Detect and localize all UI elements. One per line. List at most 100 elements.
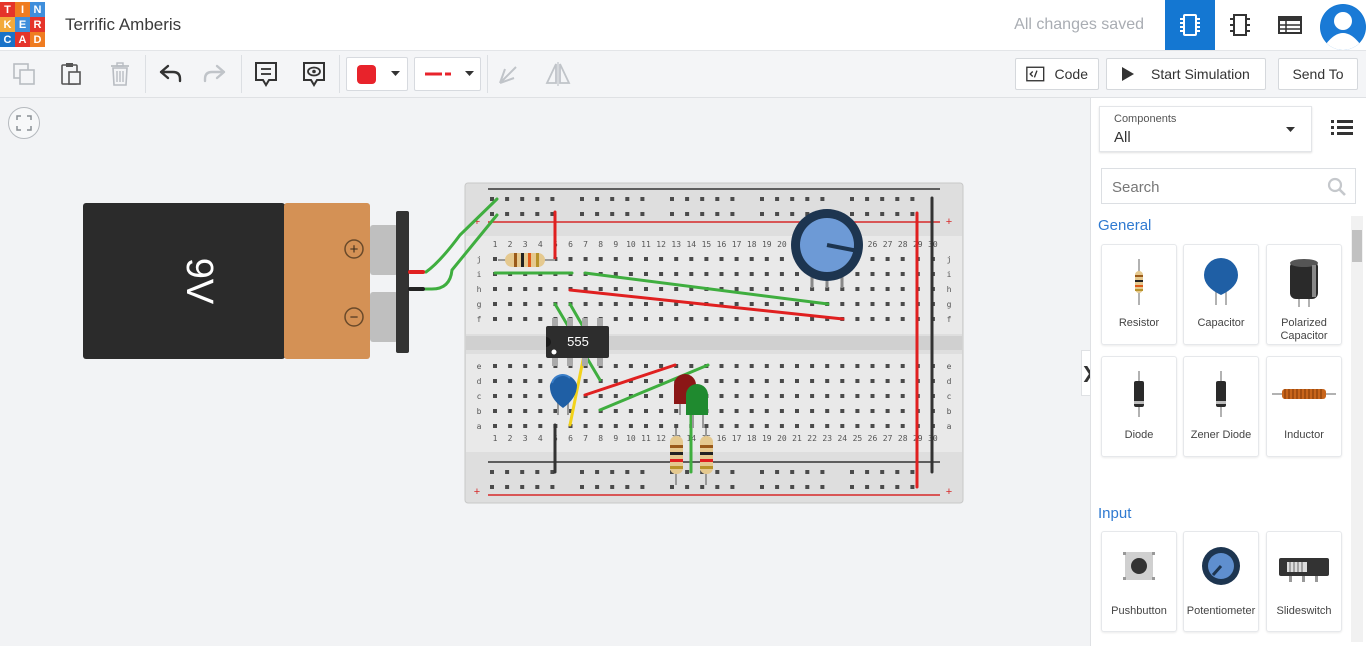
breadboard-hole[interactable] <box>610 197 615 201</box>
breadboard-hole[interactable] <box>535 485 540 489</box>
breadboard-hole[interactable] <box>685 470 690 474</box>
breadboard-hole[interactable] <box>749 302 754 306</box>
breadboard-hole[interactable] <box>490 212 494 216</box>
breadboard-hole[interactable] <box>625 197 630 201</box>
breadboard-hole[interactable] <box>825 364 830 368</box>
breadboard-hole[interactable] <box>535 212 540 216</box>
breadboard-hole[interactable] <box>715 197 720 201</box>
breadboard-hole[interactable] <box>598 394 603 398</box>
breadboard-hole[interactable] <box>855 379 860 383</box>
breadboard-hole[interactable] <box>810 424 815 428</box>
breadboard-hole[interactable] <box>508 394 513 398</box>
breadboard-hole[interactable] <box>613 317 618 321</box>
breadboard-hole[interactable] <box>523 394 528 398</box>
breadboard-hole[interactable] <box>700 197 705 201</box>
breadboard-hole[interactable] <box>760 197 764 201</box>
notes-button[interactable] <box>251 59 281 89</box>
breadboard-hole[interactable] <box>505 197 510 201</box>
breadboard-hole[interactable] <box>730 197 735 201</box>
breadboard-hole[interactable] <box>870 302 875 306</box>
breadboard-hole[interactable] <box>719 272 724 276</box>
breadboard-hole[interactable] <box>840 302 845 306</box>
breadboard-hole[interactable] <box>775 485 780 489</box>
breadboard-hole[interactable] <box>779 302 784 306</box>
component-pushbutton[interactable]: Pushbutton <box>1101 531 1177 632</box>
breadboard-hole[interactable] <box>508 364 513 368</box>
breadboard-hole[interactable] <box>870 424 875 428</box>
breadboard-hole[interactable] <box>493 317 497 321</box>
breadboard-hole[interactable] <box>825 424 830 428</box>
breadboard-hole[interactable] <box>508 317 513 321</box>
breadboard-hole[interactable] <box>659 394 664 398</box>
component-diode[interactable]: Diode <box>1101 356 1177 457</box>
breadboard-hole[interactable] <box>659 257 664 261</box>
breadboard-hole[interactable] <box>719 424 724 428</box>
breadboard-hole[interactable] <box>659 302 664 306</box>
breadboard-hole[interactable] <box>900 364 905 368</box>
breadboard-hole[interactable] <box>625 470 630 474</box>
breadboard-hole[interactable] <box>583 424 588 428</box>
breadboard-hole[interactable] <box>885 287 890 291</box>
breadboard-hole[interactable] <box>840 364 845 368</box>
breadboard-hole[interactable] <box>855 394 860 398</box>
breadboard-hole[interactable] <box>790 470 795 474</box>
breadboard-hole[interactable] <box>490 470 494 474</box>
breadboard-hole[interactable] <box>779 424 784 428</box>
breadboard-hole[interactable] <box>644 424 648 428</box>
breadboard-hole[interactable] <box>885 302 890 306</box>
breadboard-hole[interactable] <box>550 197 555 201</box>
workplane[interactable]: + − 9V + + + + 1 1 2 2 3 3 4 4 5 5 6 6 7 7 8 8 9 9 10 10 11 1… <box>0 98 1090 646</box>
breadboard-hole[interactable] <box>895 212 900 216</box>
breadboard-hole[interactable] <box>870 257 875 261</box>
breadboard-hole[interactable] <box>855 409 860 413</box>
breadboard-hole[interactable] <box>855 317 860 321</box>
breadboard-hole[interactable] <box>598 287 603 291</box>
breadboard-hole[interactable] <box>749 409 754 413</box>
breadboard-hole[interactable] <box>865 197 870 201</box>
send-to-button[interactable]: Send To <box>1278 58 1358 90</box>
breadboard-hole[interactable] <box>885 409 890 413</box>
breadboard-hole[interactable] <box>730 212 735 216</box>
breadboard-hole[interactable] <box>715 485 720 489</box>
breadboard-hole[interactable] <box>704 257 709 261</box>
breadboard-hole[interactable] <box>520 212 525 216</box>
search-icon[interactable] <box>1327 177 1347 197</box>
breadboard-hole[interactable] <box>715 470 720 474</box>
notes-visibility-button[interactable] <box>299 59 329 89</box>
breadboard-hole[interactable] <box>764 302 769 306</box>
breadboard[interactable]: + + + + 11223344556677889910101111121213… <box>464 182 964 504</box>
component-slideswitch[interactable]: Slideswitch <box>1266 531 1342 632</box>
breadboard-hole[interactable] <box>764 257 769 261</box>
paste-button[interactable] <box>56 59 86 89</box>
breadboard-hole[interactable] <box>825 394 830 398</box>
breadboard-hole[interactable] <box>895 470 900 474</box>
breadboard-hole[interactable] <box>855 272 860 276</box>
breadboard-hole[interactable] <box>523 424 528 428</box>
breadboard-hole[interactable] <box>523 317 528 321</box>
breadboard-hole[interactable] <box>795 424 799 428</box>
breadboard-hole[interactable] <box>764 379 769 383</box>
breadboard-hole[interactable] <box>535 197 540 201</box>
breadboard-hole[interactable] <box>628 424 633 428</box>
component-list-view-button[interactable] <box>1265 0 1315 50</box>
breadboard-hole[interactable] <box>715 212 720 216</box>
breadboard-hole[interactable] <box>779 317 784 321</box>
breadboard-hole[interactable] <box>795 317 799 321</box>
breadboard-hole[interactable] <box>870 379 875 383</box>
breadboard-hole[interactable] <box>505 485 510 489</box>
breadboard-hole[interactable] <box>850 470 854 474</box>
breadboard-hole[interactable] <box>760 485 764 489</box>
breadboard-hole[interactable] <box>825 409 830 413</box>
breadboard-hole[interactable] <box>900 379 905 383</box>
breadboard-hole[interactable] <box>640 485 645 489</box>
breadboard-hole[interactable] <box>610 470 615 474</box>
breadboard-hole[interactable] <box>613 364 618 368</box>
breadboard-hole[interactable] <box>764 287 769 291</box>
breadboard-hole[interactable] <box>870 287 875 291</box>
breadboard-hole[interactable] <box>779 272 784 276</box>
breadboard-hole[interactable] <box>900 409 905 413</box>
start-simulation-button[interactable]: Start Simulation <box>1106 58 1266 90</box>
design-title[interactable]: Terrific Amberis <box>65 15 181 35</box>
breadboard-hole[interactable] <box>644 394 648 398</box>
breadboard-hole[interactable] <box>730 485 735 489</box>
